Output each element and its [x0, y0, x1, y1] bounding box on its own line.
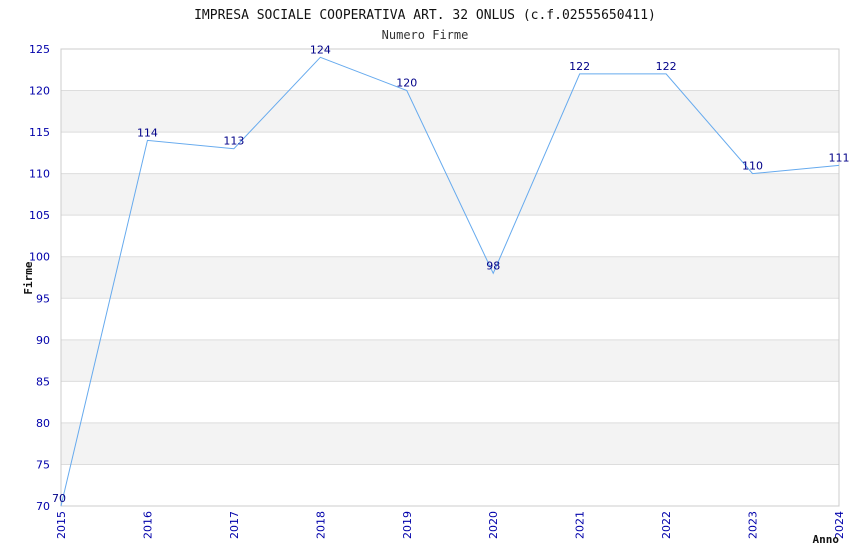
data-label: 70	[52, 492, 66, 505]
grid-band	[61, 256, 839, 299]
grid-band	[61, 339, 839, 382]
y-tick-label: 115	[29, 126, 50, 139]
grid-bands	[61, 90, 839, 465]
grid-band	[61, 173, 839, 216]
chart-subtitle: Numero Firme	[382, 28, 469, 42]
chart-title: IMPRESA SOCIALE COOPERATIVA ART. 32 ONLU…	[194, 8, 656, 23]
x-tick-label: 2018	[314, 511, 327, 539]
x-tick-label: 2022	[660, 511, 673, 539]
data-label: 120	[396, 77, 417, 90]
data-label: 111	[829, 151, 850, 164]
y-tick-label: 125	[29, 43, 50, 56]
data-label: 110	[742, 160, 763, 173]
x-tick-label: 2016	[141, 511, 154, 539]
y-tick-label: 120	[29, 85, 50, 98]
data-label: 122	[656, 60, 677, 73]
y-tick-label: 75	[36, 458, 50, 471]
y-tick-label: 110	[29, 168, 50, 181]
y-tick-label: 70	[36, 500, 50, 513]
line-chart: IMPRESA SOCIALE COOPERATIVA ART. 32 ONLU…	[22, 8, 850, 546]
x-tick-label: 2015	[55, 511, 68, 539]
y-tick-label: 80	[36, 417, 50, 430]
y-tick-label: 85	[36, 375, 50, 388]
x-tick-label: 2017	[228, 511, 241, 539]
data-label: 98	[486, 259, 500, 272]
x-axis-label: Anno	[813, 533, 840, 546]
y-axis-label: Firme	[22, 261, 35, 294]
data-label: 113	[223, 135, 244, 148]
y-tick-label: 95	[36, 292, 50, 305]
x-tick-label: 2019	[401, 511, 414, 539]
data-label: 122	[569, 60, 590, 73]
y-tick-label: 105	[29, 209, 50, 222]
grid-band	[61, 90, 839, 133]
x-tick-label: 2020	[487, 511, 500, 539]
data-label: 124	[310, 43, 331, 56]
data-label: 114	[137, 126, 158, 139]
grid-band	[61, 422, 839, 465]
x-axis-ticks: 2015 2016 2017 2018 2019 2020 2021 2022 2023 2024	[55, 511, 846, 539]
x-tick-label: 2021	[574, 511, 587, 539]
y-tick-label: 90	[36, 334, 50, 347]
x-tick-label: 2023	[747, 511, 760, 539]
